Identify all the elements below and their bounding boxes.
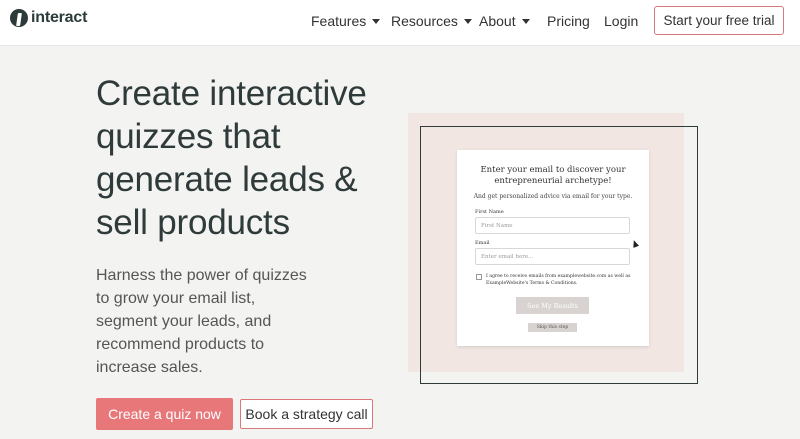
nav-resources[interactable]: Resources [391,13,472,29]
nav-about[interactable]: About [479,13,530,29]
chevron-down-icon [372,18,381,24]
nav-features-label: Features [311,13,367,29]
logo[interactable]: interact [10,9,87,27]
email-field: Enter email here... [475,248,630,265]
nav-pricing-label: Pricing [547,13,590,29]
site-header: interact Features Resources About Pricin… [0,0,800,46]
quiz-card-subtitle: And get personalized advice via email fo… [473,193,633,200]
quiz-card-title: Enter your email to discover your entrep… [480,165,626,186]
see-my-results-button: See My Results [516,297,589,314]
nav-resources-label: Resources [391,13,458,29]
hero-title: Create interactive quizzes that generate… [96,74,367,242]
hero-subtitle: Harness the power of quizzes to grow you… [96,267,307,376]
logo-mark-icon [10,9,28,27]
quiz-opt-in-card: Enter your email to discover your entrep… [457,150,649,346]
logo-text: interact [31,9,88,26]
nav-login-label: Login [604,13,639,29]
nav-pricing[interactable]: Pricing [547,13,590,29]
chevron-down-icon [463,18,472,24]
consent-checkbox [476,274,482,280]
skip-step-button: Skip this step [528,323,577,332]
first-name-field: First Name [475,217,630,234]
chevron-down-icon [521,18,530,24]
nav-login[interactable]: Login [604,13,638,29]
nav-features[interactable]: Features [311,13,381,29]
email-label: Email [475,240,490,246]
consent-text: I agree to receive emails from examplewe… [486,274,631,286]
start-free-trial-button[interactable]: Start your free trial [654,6,784,35]
book-strategy-call-button[interactable]: Book a strategy call [240,399,373,429]
first-name-label: First Name [475,209,504,215]
create-quiz-button[interactable]: Create a quiz now [96,398,233,430]
nav-about-label: About [479,13,516,29]
